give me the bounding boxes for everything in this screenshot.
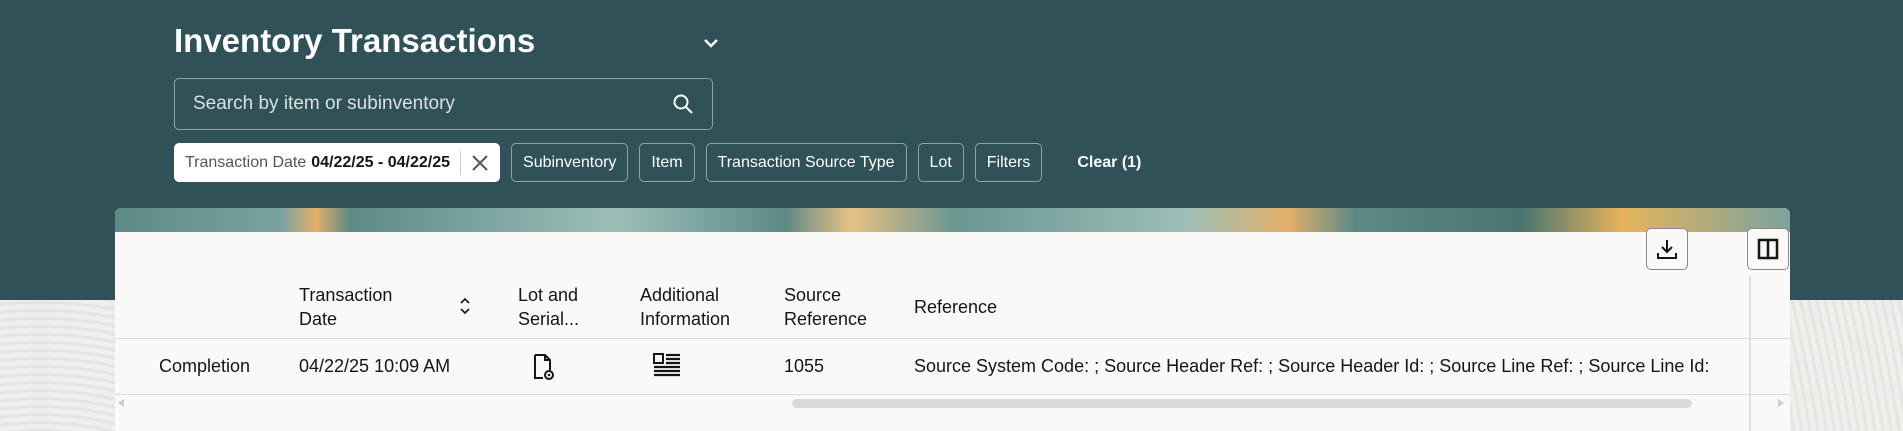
filter-chip-subinventory[interactable]: Subinventory: [511, 143, 629, 182]
scroll-right-icon[interactable]: [1778, 399, 1784, 407]
view-lot-serial-icon[interactable]: [533, 353, 555, 381]
column-header-source-reference[interactable]: Source Reference: [784, 283, 884, 331]
columns-icon: [1757, 238, 1779, 260]
scrollbar-thumb[interactable]: [792, 399, 1692, 408]
clear-filters-button[interactable]: Clear (1): [1077, 154, 1141, 172]
filters-button[interactable]: Filters: [974, 143, 1043, 182]
cell-transaction-date: 04/22/25 10:09 AM: [299, 356, 451, 376]
scroll-left-icon[interactable]: [118, 399, 124, 407]
cell-type: Completion: [159, 356, 251, 376]
filter-value: 04/22/25 - 04/22/25: [311, 153, 451, 171]
filter-chip-transaction-source-type[interactable]: Transaction Source Type: [705, 143, 907, 182]
cell-source-reference: 1055: [784, 356, 825, 376]
search-icon[interactable]: [672, 93, 694, 115]
filter-chip-item[interactable]: Item: [639, 143, 695, 182]
row-divider: [115, 394, 1790, 395]
page-title: Inventory Transactions: [174, 22, 536, 59]
download-icon: [1657, 240, 1677, 259]
horizontal-scrollbar[interactable]: [115, 397, 1790, 409]
columns-button[interactable]: [1747, 228, 1789, 270]
header-divider: [115, 338, 1790, 339]
column-header-lot-serial[interactable]: Lot and Serial...: [518, 283, 598, 331]
chevron-down-icon[interactable]: [700, 32, 722, 54]
column-header-reference[interactable]: Reference: [914, 295, 997, 319]
results-card: Transaction Date Lot and Serial... Addit…: [115, 208, 1790, 431]
search-placeholder: Search by item or subinventory: [193, 93, 455, 114]
column-header-transaction-date[interactable]: Transaction Date: [299, 283, 409, 331]
filter-chip-transaction-date[interactable]: Transaction Date 04/22/25 - 04/22/25: [174, 143, 501, 182]
download-button[interactable]: [1646, 228, 1688, 270]
decorative-band: [115, 208, 1790, 232]
cell-reference: Source System Code: ; Source Header Ref:…: [914, 356, 1710, 376]
filter-chips: Transaction Date 04/22/25 - 04/22/25 Sub…: [174, 143, 1141, 182]
additional-information-icon[interactable]: [653, 353, 681, 379]
search-input[interactable]: Search by item or subinventory: [174, 78, 713, 130]
filter-chip-lot[interactable]: Lot: [917, 143, 964, 182]
column-header-additional-information[interactable]: Additional Information: [640, 283, 760, 331]
sort-icon[interactable]: [459, 296, 471, 316]
filter-label: Transaction Date: [185, 153, 307, 171]
close-icon[interactable]: [460, 150, 489, 175]
header-label: Transaction Date: [299, 285, 393, 329]
